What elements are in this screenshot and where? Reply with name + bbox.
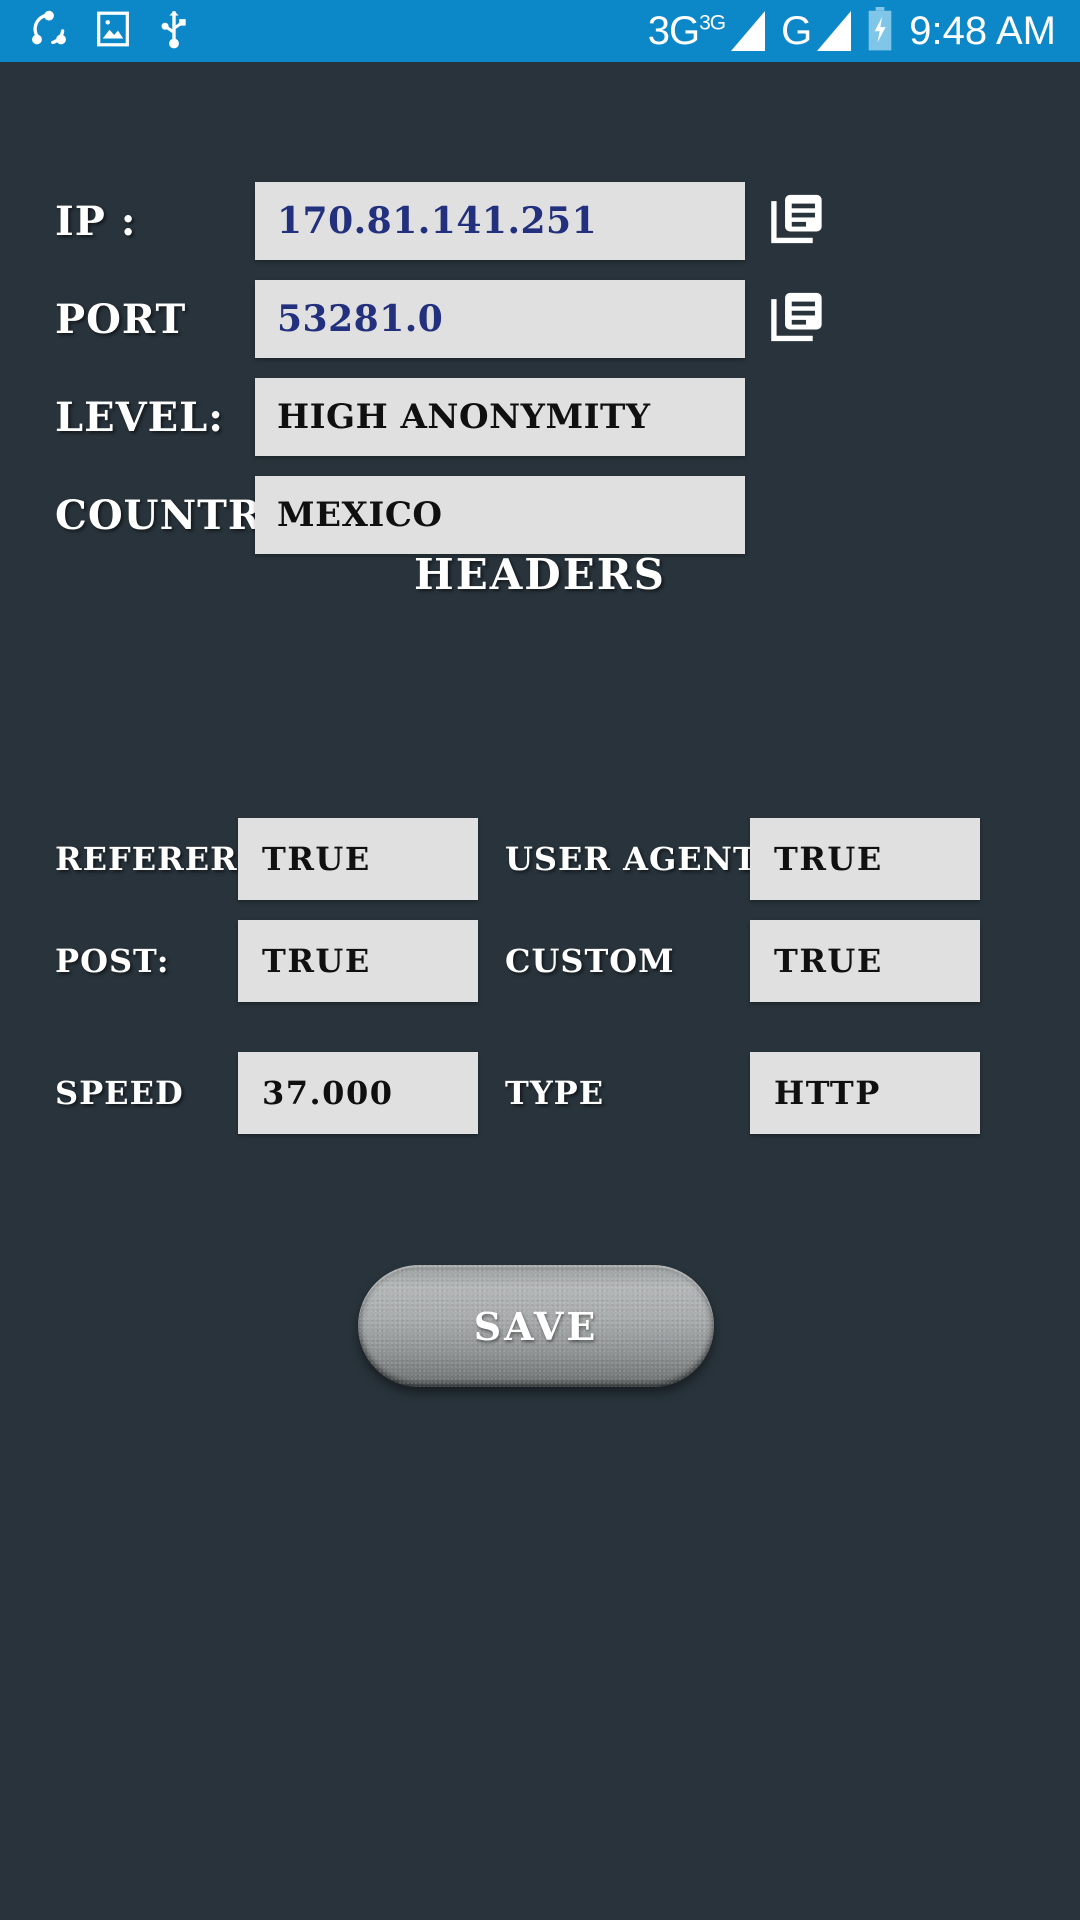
ip-field[interactable]: 170.81.141.251 [255, 182, 745, 260]
copy-ip-button[interactable] [767, 190, 829, 252]
signal-bars-icon-1 [731, 11, 766, 51]
row-level: LEVEL: HIGH ANONYMITY [55, 378, 745, 456]
battery-charging-icon [867, 7, 893, 55]
row-ip: IP : 170.81.141.251 [55, 182, 829, 260]
post-value: TRUE [262, 942, 371, 980]
gallery-icon [96, 10, 130, 52]
ip-value: 170.81.141.251 [277, 200, 598, 242]
copy-icon [769, 190, 827, 252]
level-field[interactable]: HIGH ANONYMITY [255, 378, 745, 456]
signal-bars-icon-2 [817, 11, 852, 51]
headers-section-title: HEADERS [414, 550, 666, 599]
custom-value: TRUE [774, 942, 883, 980]
country-value: MEXICO [277, 495, 443, 535]
row-port: PORT 53281.0 [55, 280, 829, 358]
port-value: 53281.0 [277, 298, 444, 340]
port-field[interactable]: 53281.0 [255, 280, 745, 358]
speed-field[interactable]: 37.000 [238, 1052, 478, 1134]
ip-label: IP : [55, 197, 137, 245]
copy-port-button[interactable] [767, 288, 829, 350]
user-agent-label: USER AGENT [505, 840, 758, 878]
referer-field[interactable]: TRUE [238, 818, 478, 900]
row-country: COUNTRY: MEXICO [55, 476, 745, 554]
referer-label: REFERER [55, 840, 238, 878]
network-3g-label: 3G3G [647, 9, 726, 53]
user-agent-field[interactable]: TRUE [750, 818, 980, 900]
headers-row-referer: REFERER TRUE USER AGENT TRUE [0, 818, 1080, 900]
headers-row-speed: SPEED 37.000 TYPE HTTP [0, 1052, 1080, 1134]
copy-icon [769, 288, 827, 350]
user-agent-value: TRUE [774, 840, 883, 878]
speed-value: 37.000 [262, 1074, 394, 1112]
status-bar-right-indicators: 3G3G G 9:48 AM [648, 7, 1080, 55]
save-button-wrapper: SAVE [358, 1265, 714, 1387]
post-field[interactable]: TRUE [238, 920, 478, 1002]
type-value: HTTP [774, 1074, 881, 1112]
custom-field[interactable]: TRUE [750, 920, 980, 1002]
network-g-label: G [781, 9, 812, 53]
status-bar-left-icons [0, 9, 190, 53]
referer-value: TRUE [262, 840, 371, 878]
country-label: COUNTRY: [55, 491, 302, 539]
proxy-detail-screen: IP : 170.81.141.251 PORT 53281.0 LEVEL: … [0, 62, 1080, 1920]
custom-label: CUSTOM [505, 942, 675, 980]
type-label: TYPE [505, 1074, 605, 1112]
status-bar: 3G3G G 9:48 AM [0, 0, 1080, 62]
speed-label: SPEED [55, 1074, 184, 1112]
port-label: PORT [55, 295, 187, 343]
post-label: POST: [55, 942, 170, 980]
headers-row-post: POST: TRUE CUSTOM TRUE [0, 920, 1080, 1002]
level-label: LEVEL: [55, 393, 225, 441]
usb-icon [158, 9, 190, 53]
save-button-label: SAVE [473, 1303, 599, 1349]
country-field[interactable]: MEXICO [255, 476, 745, 554]
level-value: HIGH ANONYMITY [277, 397, 651, 437]
share-icon [30, 10, 68, 52]
type-field[interactable]: HTTP [750, 1052, 980, 1134]
save-button[interactable]: SAVE [358, 1265, 714, 1387]
clock-label: 9:48 AM [909, 9, 1056, 53]
